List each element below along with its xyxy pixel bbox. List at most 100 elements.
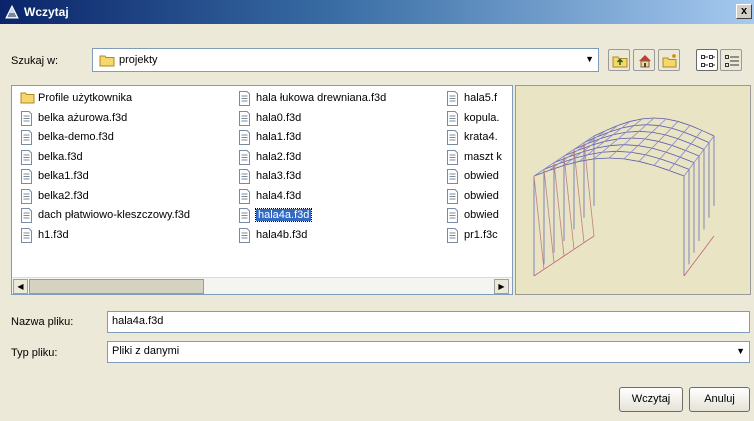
- file-item[interactable]: obwied: [444, 188, 502, 208]
- scrollbar-thumb[interactable]: [29, 279, 204, 294]
- file-item[interactable]: dach płatwiowo-kleszczowy.f3d: [18, 207, 190, 227]
- file-column: Profile użytkownika belka ażurowa.f3d belk…: [18, 90, 190, 246]
- new-folder-icon: [662, 54, 677, 68]
- close-button[interactable]: x: [736, 4, 752, 19]
- horizontal-scrollbar[interactable]: ◀ ▶: [12, 277, 512, 294]
- file-name: dach płatwiowo-kleszczowy.f3d: [38, 209, 191, 221]
- document-icon: [21, 208, 32, 223]
- file-name: belka2.f3d: [38, 189, 89, 202]
- file-item[interactable]: belka1.f3d: [18, 168, 190, 188]
- document-icon: [239, 149, 250, 165]
- file-item[interactable]: hala1.f3d: [236, 129, 386, 149]
- truss-hall-preview-image: [533, 117, 715, 277]
- folder-icon: [99, 55, 115, 67]
- open-button[interactable]: Wczytaj: [619, 387, 683, 412]
- scroll-right-button[interactable]: ▶: [494, 279, 509, 294]
- file-name: obwied: [464, 209, 499, 221]
- file-name: hala3.f3d: [256, 170, 302, 182]
- file-item[interactable]: h1.f3d: [18, 227, 190, 247]
- document-icon: [447, 208, 458, 223]
- file-name: belka.f3d: [38, 150, 83, 163]
- document-icon: [447, 110, 458, 126]
- file-name: hala2.f3d: [256, 150, 302, 163]
- file-column: hala5.f kopula. krata4. maszt k obwied obwied…: [444, 90, 502, 246]
- file-name: kopula.: [464, 111, 500, 124]
- lookin-value: projekty: [119, 54, 158, 66]
- file-item[interactable]: kopula.: [444, 110, 502, 130]
- scroll-left-button[interactable]: ◀: [13, 279, 28, 294]
- filetype-value: Pliki z danymi: [112, 345, 180, 357]
- document-icon: [239, 227, 250, 243]
- file-preview: [515, 85, 751, 295]
- title-bar[interactable]: Wczytaj x: [0, 0, 754, 24]
- file-name: hala5.f: [464, 92, 498, 104]
- file-name: hala łukowa drewniana.f3d: [256, 92, 387, 104]
- file-item[interactable]: hala0.f3d: [236, 110, 386, 130]
- filename-input[interactable]: hala4a.f3d: [107, 311, 750, 333]
- file-name: krata4.: [464, 131, 498, 143]
- file-item[interactable]: hala4.f3d: [236, 188, 386, 208]
- document-icon: [239, 188, 250, 204]
- file-item[interactable]: hala4a.f3d: [236, 207, 386, 227]
- file-name: hala4b.f3d: [256, 228, 308, 241]
- file-name: h1.f3d: [38, 228, 69, 241]
- folder-item[interactable]: Profile użytkownika: [18, 90, 190, 110]
- file-item[interactable]: belka ażurowa.f3d: [18, 110, 190, 130]
- file-name: maszt k: [464, 150, 502, 163]
- file-item[interactable]: belka-demo.f3d: [18, 129, 190, 149]
- file-name: hala4a.f3d: [254, 208, 313, 222]
- cancel-button[interactable]: Anuluj: [689, 387, 750, 412]
- file-name: belka ażurowa.f3d: [38, 111, 128, 124]
- document-icon: [21, 188, 32, 204]
- file-name: hala1.f3d: [256, 131, 302, 143]
- lookin-label: Szukaj w:: [11, 55, 59, 67]
- file-item[interactable]: hala5.f: [444, 90, 502, 110]
- document-icon: [447, 169, 458, 184]
- file-name: hala4.f3d: [256, 189, 302, 202]
- details-view-button[interactable]: [720, 49, 742, 71]
- file-name: belka1.f3d: [38, 170, 89, 182]
- file-item[interactable]: hala4b.f3d: [236, 227, 386, 247]
- lookin-dropdown[interactable]: projekty ▼: [92, 48, 599, 72]
- file-item[interactable]: belka.f3d: [18, 149, 190, 169]
- file-list[interactable]: Profile użytkownika belka ażurowa.f3d belk…: [11, 85, 513, 295]
- document-icon: [447, 91, 458, 106]
- file-item[interactable]: obwied: [444, 207, 502, 227]
- document-icon: [239, 91, 250, 106]
- file-name: obwied: [464, 170, 499, 182]
- details-view-icon: [725, 55, 739, 67]
- document-icon: [21, 149, 32, 165]
- document-icon: [239, 208, 250, 223]
- filename-label: Nazwa pliku:: [11, 316, 74, 328]
- document-icon: [21, 130, 32, 145]
- file-item[interactable]: hala łukowa drewniana.f3d: [236, 90, 386, 110]
- document-icon: [21, 169, 32, 184]
- file-item[interactable]: hala2.f3d: [236, 149, 386, 169]
- document-icon: [447, 188, 458, 204]
- document-icon: [239, 130, 250, 145]
- up-folder-button[interactable]: [608, 49, 630, 71]
- new-folder-button[interactable]: [658, 49, 680, 71]
- file-item[interactable]: belka2.f3d: [18, 188, 190, 208]
- up-folder-icon: [612, 56, 628, 68]
- file-item[interactable]: maszt k: [444, 149, 502, 169]
- chevron-down-icon[interactable]: ▼: [736, 346, 745, 356]
- file-name: hala0.f3d: [256, 111, 302, 124]
- file-name: belka-demo.f3d: [38, 131, 114, 143]
- file-item[interactable]: krata4.: [444, 129, 502, 149]
- document-icon: [21, 110, 32, 126]
- file-name: Profile użytkownika: [38, 92, 133, 104]
- file-item[interactable]: pr1.f3c: [444, 227, 502, 247]
- home-button[interactable]: [633, 49, 655, 71]
- document-icon: [239, 169, 250, 184]
- file-item[interactable]: hala3.f3d: [236, 168, 386, 188]
- file-name: pr1.f3c: [464, 228, 498, 241]
- filetype-dropdown[interactable]: Pliki z danymi ▼: [107, 341, 750, 363]
- document-icon: [447, 130, 458, 145]
- folder-icon: [20, 92, 35, 104]
- document-icon: [21, 227, 32, 243]
- list-view-button[interactable]: [696, 49, 718, 71]
- filetype-label: Typ pliku:: [11, 347, 58, 359]
- chevron-down-icon[interactable]: ▼: [585, 54, 594, 64]
- file-item[interactable]: obwied: [444, 168, 502, 188]
